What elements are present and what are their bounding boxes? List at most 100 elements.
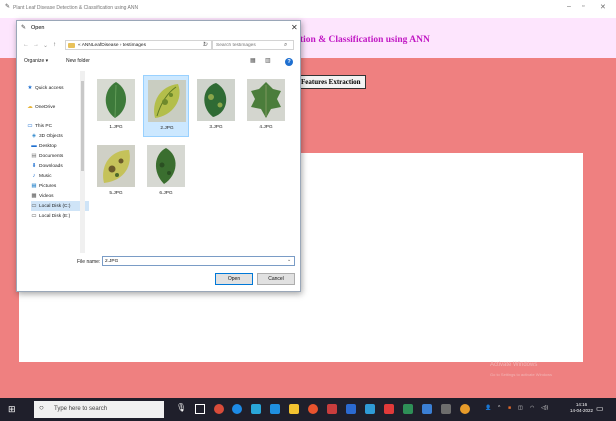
file-explorer-icon[interactable] xyxy=(289,404,299,414)
leaf-thumbnail xyxy=(197,79,235,121)
minimize-button[interactable]: – xyxy=(567,3,571,10)
help-icon[interactable]: ? xyxy=(285,58,293,66)
app-icon[interactable] xyxy=(346,404,356,414)
folder-icon xyxy=(68,43,75,48)
network-icon[interactable]: ◫ xyxy=(518,405,523,411)
nav-item-label: Quick access xyxy=(35,86,64,91)
windows-start-icon[interactable]: ⊞ xyxy=(8,404,16,415)
view-options-icon[interactable]: ▦ xyxy=(250,57,256,64)
wifi-icon[interactable]: ◠ xyxy=(530,405,534,411)
preview-pane-icon[interactable]: ▥ xyxy=(265,57,271,64)
nav-item-label: Pictures xyxy=(39,184,57,189)
feather-icon: ✎ xyxy=(5,4,11,10)
file-item[interactable]: 6.JPG xyxy=(143,141,189,203)
cube-icon: ◈ xyxy=(31,133,37,139)
app-icon[interactable] xyxy=(365,404,375,414)
music-icon: ♪ xyxy=(32,173,36,179)
back-arrow-icon[interactable]: ← xyxy=(23,42,29,48)
desktop-icon: ▬ xyxy=(31,143,37,149)
up-arrow-icon[interactable]: ↑ xyxy=(53,42,56,48)
video-icon: ▩ xyxy=(31,193,37,199)
activation-watermark: Activate Windows xyxy=(490,362,538,368)
file-list: 1.JPG 2.JPG 3.JPG 4.JPG 5.JPG 6.JPG xyxy=(89,69,299,253)
app-icon[interactable] xyxy=(441,404,451,414)
document-icon: ▤ xyxy=(31,153,37,159)
search-icon: ○ xyxy=(39,403,44,412)
file-name: 3.JPG xyxy=(209,125,223,130)
navigation-pane: ★ Quick access ☁ OneDrive ▭ This PC ◈ 3D Obj… xyxy=(17,69,89,253)
taskbar-search-text: Type here to search xyxy=(54,405,108,412)
volume-icon[interactable]: ◁)) xyxy=(541,405,548,411)
nav-item-label: Local Disk (E:) xyxy=(39,214,71,219)
dialog-close-button[interactable]: ✕ xyxy=(291,23,298,32)
features-extraction-button[interactable]: Features Extraction xyxy=(296,75,366,89)
refresh-icon[interactable]: ↻ xyxy=(203,41,208,48)
file-item[interactable]: 3.JPG xyxy=(193,75,239,137)
computer-icon: ▭ xyxy=(27,123,33,129)
search-box[interactable]: ⌕ xyxy=(212,40,294,50)
nav-item-onedrive[interactable]: ☁ OneDrive xyxy=(27,102,85,112)
edge-icon[interactable] xyxy=(232,404,242,414)
star-icon: ★ xyxy=(27,85,33,91)
nav-item-this-pc[interactable]: ▭ This PC xyxy=(27,121,85,131)
activation-watermark-sub: Go to Settings to activate Windows xyxy=(490,372,553,377)
app-icon[interactable] xyxy=(403,404,413,414)
file-item[interactable]: 1.JPG xyxy=(93,75,139,137)
file-item[interactable]: 4.JPG xyxy=(243,75,289,137)
search-input[interactable] xyxy=(216,42,282,49)
chevron-down-icon[interactable]: ⌄ xyxy=(287,257,291,263)
chrome-icon[interactable] xyxy=(214,404,224,414)
recent-chevron-icon[interactable]: ⌄ xyxy=(43,42,48,49)
mail-icon[interactable] xyxy=(270,404,280,414)
file-item[interactable]: 2.JPG xyxy=(143,75,189,137)
taskbar: ⊞ ○ Type here to search 🎙 👤 ^ ■ ◫ ◠ ◁)) … xyxy=(0,398,616,421)
app-heading: tion & Classification using ANN xyxy=(300,35,430,45)
leaf-thumbnail xyxy=(148,80,186,122)
close-button[interactable]: ✕ xyxy=(600,3,606,11)
maximize-button[interactable]: ▫ xyxy=(582,3,584,10)
nav-item-label: Local Disk (C:) xyxy=(39,204,71,209)
taskbar-search[interactable]: ○ Type here to search xyxy=(34,401,164,418)
app-titlebar: ✎ Plant Leaf Disease Detection & Classif… xyxy=(0,0,616,18)
nav-item-label: Desktop xyxy=(39,144,57,149)
pictures-icon: ▦ xyxy=(31,183,37,189)
clock-date: 14-04-2022 xyxy=(570,408,594,413)
microphone-icon[interactable]: 🎙 xyxy=(176,403,186,413)
new-folder-button[interactable]: New folder xyxy=(66,58,90,64)
nav-item-label: Downloads xyxy=(39,164,63,169)
drive-icon: ▭ xyxy=(31,203,37,209)
address-bar[interactable]: « ANNLeafDisease › testimages ⌄ xyxy=(65,40,212,50)
forward-arrow-icon[interactable]: → xyxy=(33,42,39,48)
file-name: 2.JPG xyxy=(160,126,174,131)
nav-scrollbar-thumb[interactable] xyxy=(81,81,84,171)
nav-item-quick-access[interactable]: ★ Quick access xyxy=(27,83,85,93)
file-name-input[interactable] xyxy=(102,256,295,266)
app-icon[interactable] xyxy=(422,404,432,414)
app-icon[interactable] xyxy=(327,404,337,414)
system-clock[interactable]: 14:16 14-04-2022 xyxy=(570,402,593,414)
drive-icon: ▭ xyxy=(31,213,37,219)
command-bar: Organize ▾ New folder ▦ ▥ ? xyxy=(17,56,300,67)
organize-menu[interactable]: Organize ▾ xyxy=(24,58,48,64)
file-name: 4.JPG xyxy=(259,125,273,130)
tray-app-icon[interactable]: ■ xyxy=(508,405,511,411)
nav-item-label: 3D Objects xyxy=(39,134,63,139)
notification-icon[interactable]: ▭ xyxy=(596,404,604,413)
file-item[interactable]: 5.JPG xyxy=(93,141,139,203)
cancel-button[interactable]: Cancel xyxy=(257,273,295,285)
file-name: 5.JPG xyxy=(109,191,123,196)
firefox-icon[interactable] xyxy=(308,404,318,414)
nav-item-label: Documents xyxy=(39,154,64,159)
person-icon[interactable]: 👤 xyxy=(485,405,491,411)
nav-item-label: Videos xyxy=(39,194,54,199)
task-view-icon[interactable] xyxy=(195,404,205,414)
python-icon[interactable] xyxy=(460,404,470,414)
file-name-label: File name: xyxy=(77,259,101,265)
chevron-up-icon[interactable]: ^ xyxy=(498,405,500,411)
nav-item-label: This PC xyxy=(35,124,53,129)
app-icon[interactable] xyxy=(251,404,261,414)
pdf-icon[interactable] xyxy=(384,404,394,414)
address-path: « ANNLeafDisease › testimages xyxy=(78,42,146,48)
open-button[interactable]: Open xyxy=(215,273,253,285)
nav-item-label: Music xyxy=(39,174,52,179)
